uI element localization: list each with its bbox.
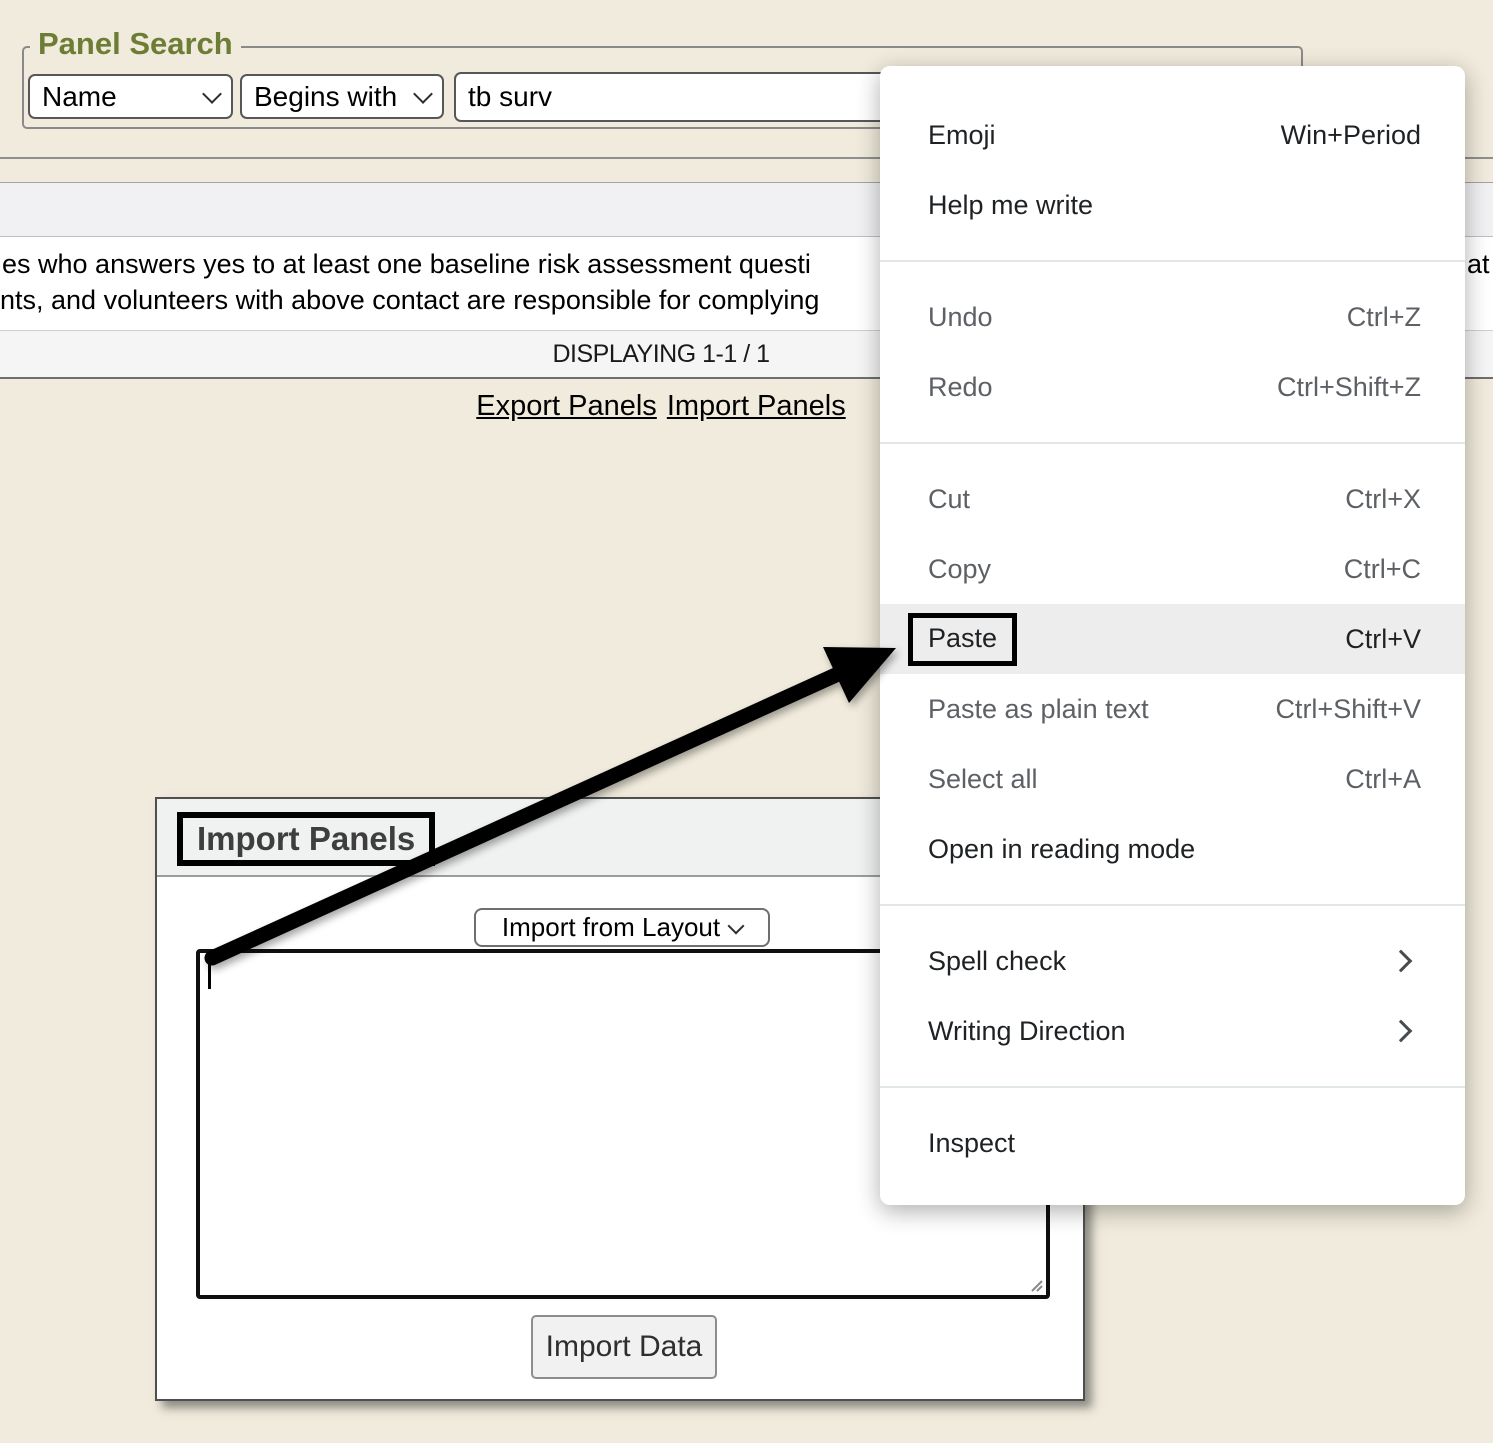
menu-item-undo[interactable]: Undo Ctrl+Z [880, 282, 1465, 352]
menu-item-spell-check[interactable]: Spell check [880, 926, 1465, 996]
page: Panel Search Name Begins with es who ans… [0, 0, 1493, 1443]
menu-separator [880, 1086, 1465, 1088]
search-operator-select-value: Begins with [254, 81, 397, 113]
paste-annotation-box: Paste [908, 613, 1017, 666]
chevron-down-icon [728, 917, 745, 934]
context-menu: Emoji Win+Period Help me write Undo Ctrl… [880, 66, 1465, 1205]
export-panels-link[interactable]: Export Panels [476, 390, 657, 422]
shortcut-label: Ctrl+V [1345, 624, 1421, 655]
text-cursor [208, 960, 211, 989]
menu-item-paste[interactable]: Paste Ctrl+V [880, 604, 1465, 674]
import-data-button[interactable]: Import Data [531, 1315, 717, 1379]
chevron-down-icon [413, 84, 433, 104]
menu-item-redo[interactable]: Redo Ctrl+Shift+Z [880, 352, 1465, 422]
menu-item-select-all[interactable]: Select all Ctrl+A [880, 744, 1465, 814]
menu-item-open-in-reading-mode[interactable]: Open in reading mode [880, 814, 1465, 884]
panel-search-legend: Panel Search [30, 27, 241, 61]
shortcut-label: Ctrl+Shift+Z [1277, 372, 1421, 403]
menu-separator [880, 442, 1465, 444]
resize-grip-icon[interactable] [1028, 1277, 1044, 1293]
shortcut-label: Win+Period [1281, 120, 1421, 151]
menu-item-copy[interactable]: Copy Ctrl+C [880, 534, 1465, 604]
shortcut-label: Ctrl+A [1345, 764, 1421, 795]
search-field-select-value: Name [42, 81, 117, 113]
menu-separator [880, 904, 1465, 906]
menu-item-emoji[interactable]: Emoji Win+Period [880, 100, 1465, 170]
menu-item-cut[interactable]: Cut Ctrl+X [880, 464, 1465, 534]
import-source-select-value: Import from Layout [502, 912, 720, 943]
menu-item-help-me-write[interactable]: Help me write [880, 170, 1465, 240]
menu-item-inspect[interactable]: Inspect [880, 1108, 1465, 1178]
chevron-down-icon [202, 84, 222, 104]
import-source-select[interactable]: Import from Layout [474, 908, 770, 947]
search-operator-select[interactable]: Begins with [240, 74, 444, 119]
shortcut-label: Ctrl+X [1345, 484, 1421, 515]
search-field-select[interactable]: Name [28, 74, 233, 119]
import-panels-dialog-title: Import Panels [177, 812, 435, 866]
shortcut-label: Ctrl+Z [1347, 302, 1421, 333]
shortcut-label: Ctrl+C [1344, 554, 1421, 585]
row-text-line1-continued: at [1467, 251, 1490, 278]
row-text-line2: nts, and volunteers with above contact a… [0, 287, 819, 314]
menu-item-paste-as-plain-text[interactable]: Paste as plain text Ctrl+Shift+V [880, 674, 1465, 744]
menu-item-writing-direction[interactable]: Writing Direction [880, 996, 1465, 1066]
row-text-line1: es who answers yes to at least one basel… [2, 251, 811, 278]
shortcut-label: Ctrl+Shift+V [1275, 694, 1421, 725]
chevron-right-icon [1390, 1020, 1413, 1043]
menu-separator [880, 260, 1465, 262]
chevron-right-icon [1390, 950, 1413, 973]
import-panels-link[interactable]: Import Panels [667, 390, 846, 422]
